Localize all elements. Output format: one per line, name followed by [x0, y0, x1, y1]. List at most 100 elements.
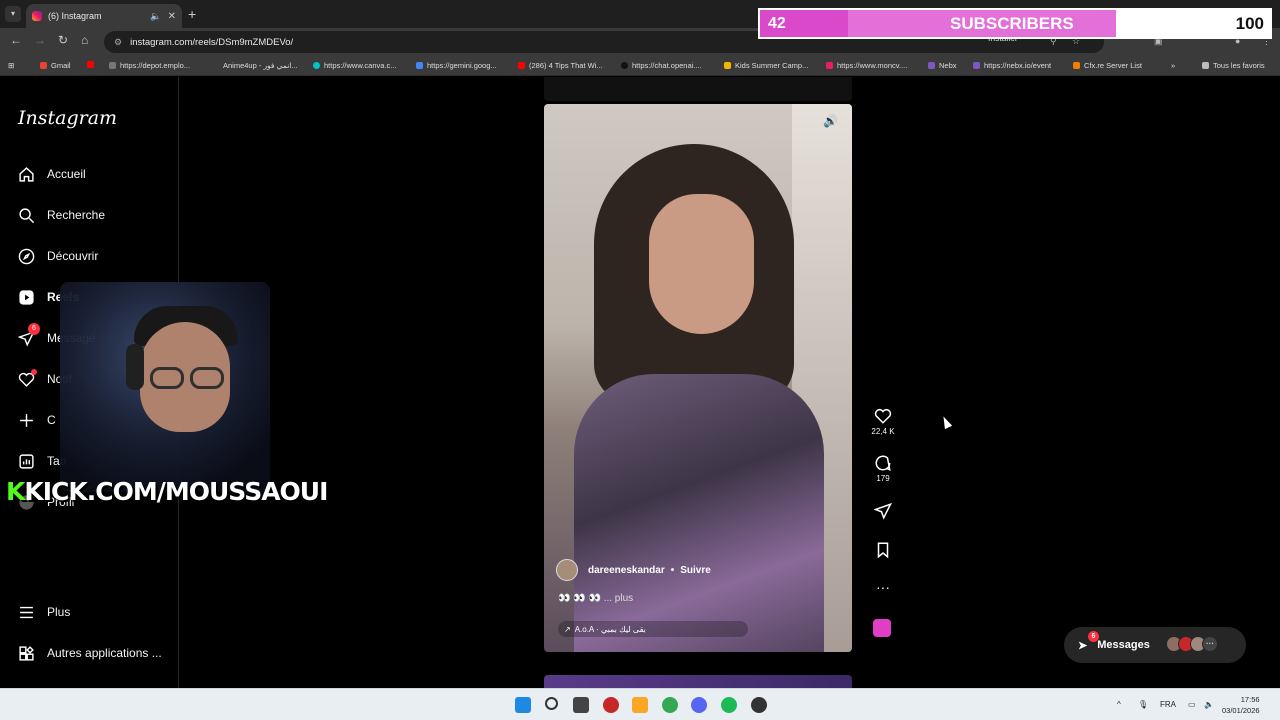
more-options-icon[interactable]: ···	[868, 579, 898, 595]
reel-music[interactable]: ↗ A.o.A · بقى ليك بمبي	[558, 621, 748, 637]
all-bookmarks-folder[interactable]: Tous les favoris	[1202, 61, 1265, 70]
sidebar-item-label: Découvrir	[47, 249, 99, 263]
discord-icon[interactable]	[691, 697, 707, 713]
music-arrow-icon: ↗	[564, 624, 571, 634]
task-view-icon[interactable]	[573, 697, 589, 713]
bookmark-anime4up[interactable]: Anime4up - انمي فور...	[223, 61, 298, 70]
home-browser-icon[interactable]: ⌂	[81, 33, 88, 47]
author-avatar[interactable]	[556, 559, 578, 581]
dashboard-icon	[17, 452, 35, 470]
language-indicator[interactable]: FRA	[1160, 700, 1176, 709]
instagram-logo[interactable]: Instagram	[18, 107, 117, 129]
app-red-icon[interactable]	[603, 697, 619, 713]
plus-icon	[17, 411, 35, 429]
reload-icon[interactable]: ↻	[58, 33, 68, 47]
heart-outline-icon	[868, 407, 898, 425]
windows-start-icon[interactable]	[515, 697, 531, 713]
bookmark-gemini[interactable]: https://gemini.goog...	[416, 61, 497, 70]
bookmark-icon	[868, 541, 898, 559]
file-explorer-icon[interactable]	[632, 697, 648, 713]
messenger-icon: ➤	[1078, 639, 1088, 652]
sidebar-item-search[interactable]: Recherche	[17, 206, 105, 224]
system-clock[interactable]: 17:56 03/01/2026	[1222, 694, 1260, 716]
sidebar-item-home[interactable]: Accueil	[17, 165, 86, 183]
reel-video[interactable]: 🔊 dareeneskandar • Suivre 👀 👀 👀 ... plus…	[544, 104, 852, 652]
previous-reel[interactable]	[544, 77, 852, 101]
reel-author: dareeneskandar • Suivre	[556, 559, 711, 581]
reel-person-scarf	[574, 374, 824, 652]
reels-icon	[17, 288, 35, 306]
subscriber-label: SUBSCRIBERS	[950, 14, 1074, 33]
heart-icon	[17, 369, 37, 388]
home-icon	[17, 165, 35, 183]
more-avatars-icon: ···	[1202, 636, 1218, 652]
url-text: instagram.com/reels/DSm9mZMDEVo/	[130, 36, 294, 48]
bookmark-kids-camp[interactable]: Kids Summer Camp...	[724, 61, 808, 70]
chrome-icon[interactable]	[662, 697, 678, 713]
sidebar-item-label: Autres applications ...	[47, 646, 162, 660]
bookmark-youtube-video[interactable]: (286) 4 Tips That Wi...	[518, 61, 603, 70]
save-button[interactable]	[868, 541, 898, 559]
glasses-right	[190, 367, 224, 389]
bookmark-nebx[interactable]: Nebx	[928, 61, 957, 70]
messages-badge: 6	[28, 323, 40, 335]
instagram-page: Instagram Accueil Recherche Découvrir Re…	[0, 77, 1280, 689]
bookmarks-bar: ⊞ Gmail https://depot.emplo... Anime4up …	[0, 56, 1280, 76]
notification-dot	[31, 369, 37, 375]
original-audio-thumbnail[interactable]	[873, 619, 891, 637]
sidebar-item-other-apps[interactable]: Autres applications ...	[17, 644, 162, 662]
bookmark-chatgpt[interactable]: https://chat.openai....	[621, 61, 702, 70]
bookmarks-overflow-icon[interactable]: »	[1171, 61, 1175, 70]
bookmark-gmail[interactable]: Gmail	[40, 61, 71, 70]
hamburger-icon	[17, 603, 35, 621]
subscriber-goal: 100	[1235, 14, 1264, 33]
author-username[interactable]: dareeneskandar	[588, 565, 665, 576]
new-tab-button[interactable]: +	[188, 6, 196, 22]
comment-count: 179	[876, 474, 890, 483]
clock-time: 17:56	[1240, 695, 1260, 704]
kick-logo: K	[6, 477, 25, 506]
sidebar-item-label: Plus	[47, 605, 71, 619]
bookmark-depot[interactable]: https://depot.emplo...	[109, 61, 190, 70]
like-count: 22,4 K	[871, 427, 895, 436]
tab-search-icon[interactable]: ▾	[5, 6, 21, 22]
volume-tray-icon[interactable]: 🔈	[1204, 700, 1214, 709]
sidebar-item-explore[interactable]: Découvrir	[17, 247, 98, 265]
messages-button[interactable]: ➤ 6 Messages ···	[1064, 627, 1246, 663]
taskbar-search-icon[interactable]	[545, 697, 558, 710]
reel-caption[interactable]: 👀 👀 👀 ... plus	[558, 593, 633, 604]
tab-audio-icon[interactable]: 🔈	[150, 11, 161, 22]
comment-button[interactable]: 179	[868, 454, 898, 483]
tab-close-icon[interactable]: ✕	[168, 11, 176, 22]
like-button[interactable]: 22,4 K	[868, 407, 898, 436]
message-avatars: ···	[1166, 636, 1218, 652]
back-icon[interactable]: ←	[10, 33, 22, 47]
comment-icon	[868, 454, 898, 472]
clock-date: 03/01/2026	[1222, 706, 1260, 715]
spotify-icon[interactable]	[721, 697, 737, 713]
bookmark-youtube[interactable]	[87, 61, 98, 68]
bookmark-nebx-event[interactable]: https://nebx.io/event	[973, 61, 1051, 70]
glasses-left	[150, 367, 184, 389]
obs-icon[interactable]	[751, 697, 767, 713]
sidebar-item-create[interactable]: C	[17, 411, 56, 429]
bookmark-moncv[interactable]: https://www.moncv....	[826, 61, 907, 70]
sidebar-item-label: C	[47, 413, 56, 427]
sidebar-item-dashboard[interactable]: Tab	[17, 452, 66, 470]
share-button[interactable]	[868, 502, 898, 520]
next-reel[interactable]	[544, 675, 852, 689]
microphone-icon[interactable]: 🎙	[1138, 700, 1148, 709]
forward-icon[interactable]: →	[34, 33, 46, 47]
tray-overflow-icon[interactable]: ^	[1117, 700, 1121, 709]
sidebar-item-label: Recherche	[47, 208, 106, 222]
search-icon	[17, 206, 35, 224]
apps-grid-icon[interactable]: ⊞	[8, 61, 14, 70]
follow-button[interactable]: Suivre	[680, 565, 711, 576]
browser-tab-instagram[interactable]: (6) Instagram 🔈 ✕	[26, 4, 182, 28]
bookmark-canva[interactable]: https://www.canva.c...	[313, 61, 397, 70]
volume-icon[interactable]: 🔊	[823, 114, 838, 128]
site-info-icon[interactable]: ⚙	[114, 37, 122, 48]
bookmark-cfx[interactable]: Cfx.re Server List	[1073, 61, 1142, 70]
network-icon[interactable]: ▭	[1188, 700, 1196, 709]
sidebar-item-more[interactable]: Plus	[17, 603, 70, 621]
